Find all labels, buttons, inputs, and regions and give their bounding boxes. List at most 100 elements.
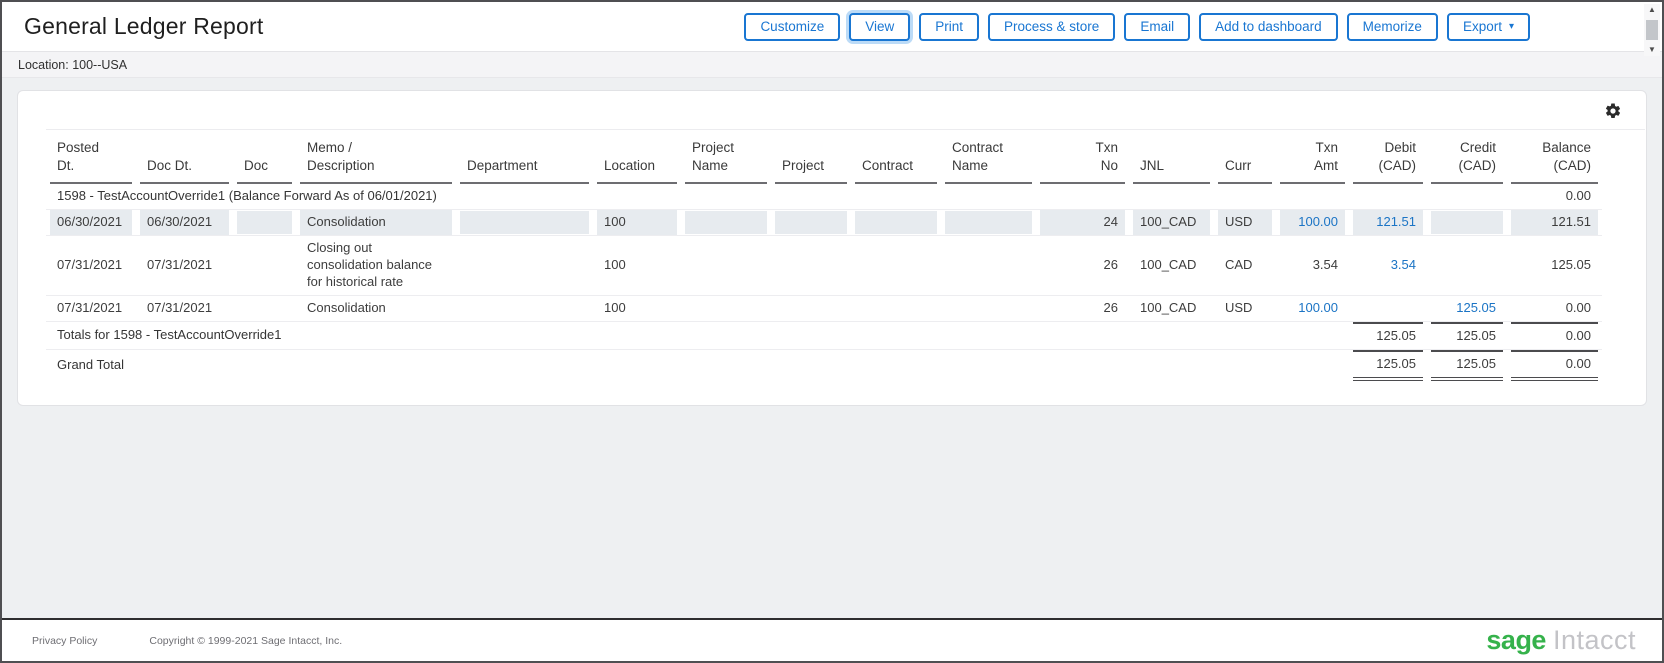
table-row: 06/30/202106/30/2021Consolidation1002410… xyxy=(46,210,1602,236)
button-label: Memorize xyxy=(1363,19,1422,34)
cell-txn-no: 26 xyxy=(1036,295,1129,321)
totals-row: Totals for 1598 - TestAccountOverride1 12… xyxy=(46,321,1602,349)
account-group-label-cell: 1598 - TestAccountOverride1 (Balance For… xyxy=(46,184,1507,209)
column-header-project-name: Project Name xyxy=(681,130,771,184)
cell-jnl: 100_CAD xyxy=(1129,210,1214,236)
button-label: Customize xyxy=(760,19,824,34)
cell-contract-name xyxy=(941,295,1036,321)
cell-curr: USD xyxy=(1214,210,1276,236)
cell-debit-cad: 3.54 xyxy=(1349,236,1427,296)
column-header-credit-cad: Credit (CAD) xyxy=(1427,130,1507,184)
page-footer: Privacy Policy Copyright © 1999-2021 Sag… xyxy=(2,620,1662,661)
cell-balance-cad: 0.00 xyxy=(1507,295,1602,321)
print-button[interactable]: Print xyxy=(919,13,979,41)
cell-posted-dt: 06/30/2021 xyxy=(46,210,136,236)
totals-row-label-cell: Totals for 1598 - TestAccountOverride1 xyxy=(46,321,1349,349)
button-label: Export xyxy=(1463,19,1502,34)
caret-down-icon: ▾ xyxy=(1509,22,1514,32)
totals-row-credit-cell: 125.05 xyxy=(1427,321,1507,349)
export-button[interactable]: Export ▾ xyxy=(1447,13,1530,41)
cell-contract xyxy=(851,236,941,296)
cell-balance-cad: 121.51 xyxy=(1507,210,1602,236)
card-toolbar xyxy=(46,91,1645,130)
grand-total-row-balance-cell: 0.00 xyxy=(1507,349,1602,380)
column-header-posted-dt: Posted Dt. xyxy=(46,130,136,184)
scrollbar-up-icon[interactable]: ▲ xyxy=(1648,6,1656,14)
totals-row-label: Totals for 1598 - TestAccountOverride1 xyxy=(57,327,282,342)
report-card: Posted Dt.Doc Dt.DocMemo / DescriptionDe… xyxy=(17,90,1647,406)
cell-txn-amt: 100.00 xyxy=(1276,210,1349,236)
grand-total-row-debit-cell: 125.05 xyxy=(1349,349,1427,380)
button-label: Add to dashboard xyxy=(1215,19,1322,34)
app-window: General Ledger Report CustomizeViewPrint… xyxy=(0,0,1664,663)
cell-doc-dt: 06/30/2021 xyxy=(136,210,233,236)
cell-project-name xyxy=(681,295,771,321)
grand-total-row: Grand Total125.05125.050.00 xyxy=(46,349,1602,380)
button-label: View xyxy=(865,19,894,34)
totals-row-balance-cell: 0.00 xyxy=(1507,321,1602,349)
cell-txn-amt: 100.00 xyxy=(1276,295,1349,321)
cell-txn-amt: 3.54 xyxy=(1276,236,1349,296)
column-header-debit-cad: Debit (CAD) xyxy=(1349,130,1427,184)
memorize-button[interactable]: Memorize xyxy=(1347,13,1438,41)
intacct-logo-text: Intacct xyxy=(1553,625,1636,656)
cell-contract xyxy=(851,295,941,321)
cell-jnl: 100_CAD xyxy=(1129,236,1214,296)
cell-doc xyxy=(233,210,296,236)
cell-memo-description: Consolidation xyxy=(296,295,456,321)
view-button[interactable]: View xyxy=(849,13,910,41)
group-balance-cell: 0.00 xyxy=(1507,184,1602,209)
button-label: Print xyxy=(935,19,963,34)
cell-debit-cad-link[interactable]: 121.51 xyxy=(1376,214,1416,229)
cell-contract xyxy=(851,210,941,236)
location-label: Location: 100--USA xyxy=(18,58,127,72)
cell-department xyxy=(456,210,593,236)
cell-debit-cad: 121.51 xyxy=(1349,210,1427,236)
process-store-button[interactable]: Process & store xyxy=(988,13,1115,41)
email-button[interactable]: Email xyxy=(1124,13,1190,41)
cell-project xyxy=(771,210,851,236)
page-header: General Ledger Report CustomizeViewPrint… xyxy=(2,2,1662,52)
column-header-doc-dt: Doc Dt. xyxy=(136,130,233,184)
cell-contract-name xyxy=(941,236,1036,296)
group-header-row: 1598 - TestAccountOverride1 (Balance For… xyxy=(46,184,1602,209)
customize-button[interactable]: Customize xyxy=(744,13,840,41)
report-table: Posted Dt.Doc Dt.DocMemo / DescriptionDe… xyxy=(46,130,1602,381)
scrollbar-thumb[interactable] xyxy=(1646,20,1658,40)
cell-txn-no: 24 xyxy=(1036,210,1129,236)
cell-credit-cad xyxy=(1427,210,1507,236)
cell-debit-cad-link[interactable]: 3.54 xyxy=(1391,257,1416,272)
grand-total-row-label: Grand Total xyxy=(57,357,124,372)
cell-txn-amt-link[interactable]: 100.00 xyxy=(1298,214,1338,229)
column-header-txn-no: Txn No xyxy=(1036,130,1129,184)
grand-total-row-credit-cell: 125.05 xyxy=(1427,349,1507,380)
toolbar: Customize View Print Process & store Email Ad… xyxy=(744,13,1530,41)
add-to-dashboard-button[interactable]: Add to dashboard xyxy=(1199,13,1338,41)
copyright-text: Copyright © 1999-2021 Sage Intacct, Inc. xyxy=(149,635,342,647)
cell-credit-cad xyxy=(1427,236,1507,296)
page-scrollbar[interactable]: ▲ ▼ xyxy=(1644,4,1660,56)
account-group-label: 1598 - TestAccountOverride1 (Balance For… xyxy=(57,188,437,203)
gear-icon[interactable] xyxy=(1604,102,1622,120)
cell-department xyxy=(456,295,593,321)
cell-location: 100 xyxy=(593,236,681,296)
totals-row-debit-cell: 125.05 xyxy=(1349,321,1427,349)
column-header-txn-amt: Txn Amt xyxy=(1276,130,1349,184)
cell-project xyxy=(771,295,851,321)
cell-location: 100 xyxy=(593,210,681,236)
column-header-memo-description: Memo / Description xyxy=(296,130,456,184)
column-header-jnl: JNL xyxy=(1129,130,1214,184)
cell-credit-cad-link[interactable]: 125.05 xyxy=(1456,300,1496,315)
scrollbar-down-icon[interactable]: ▼ xyxy=(1648,46,1656,54)
table-header-row: Posted Dt.Doc Dt.DocMemo / DescriptionDe… xyxy=(46,130,1602,184)
column-header-department: Department xyxy=(456,130,593,184)
sage-intacct-logo: sage Intacct xyxy=(1486,625,1636,656)
cell-memo-description: Consolidation xyxy=(296,210,456,236)
column-header-project: Project xyxy=(771,130,851,184)
cell-txn-amt-link[interactable]: 100.00 xyxy=(1298,300,1338,315)
column-header-location: Location xyxy=(593,130,681,184)
cell-doc xyxy=(233,236,296,296)
cell-curr: USD xyxy=(1214,295,1276,321)
button-label: Email xyxy=(1140,19,1174,34)
privacy-policy-link[interactable]: Privacy Policy xyxy=(32,635,97,647)
